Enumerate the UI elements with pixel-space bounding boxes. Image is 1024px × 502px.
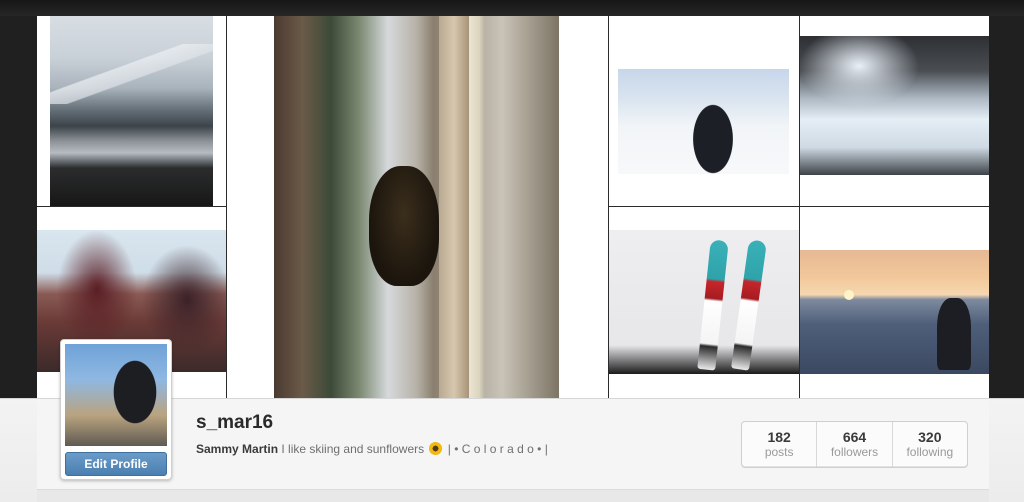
photo-porcupine-tree [274, 16, 559, 398]
left-gutter [0, 16, 37, 398]
profile-bio-text: I like skiing and sunflowers [281, 442, 425, 456]
stat-following[interactable]: 320 following [891, 422, 967, 467]
sunflower-icon [429, 442, 443, 455]
stat-following-count: 320 [918, 429, 942, 445]
grid-divider [608, 16, 609, 398]
stat-followers-count: 664 [842, 429, 867, 445]
photo-skis [608, 230, 799, 374]
right-gutter [989, 16, 1024, 398]
edit-profile-button[interactable]: Edit Profile [65, 452, 167, 476]
ski-right [731, 239, 767, 371]
photo-tile-skis[interactable] [608, 206, 799, 398]
grid-divider [608, 206, 989, 207]
photo-mountain-road [50, 16, 213, 206]
stat-posts[interactable]: 182 posts [742, 422, 816, 467]
photo-tile-mountain-road[interactable] [37, 16, 226, 206]
photo-snow-girl [618, 69, 789, 174]
stat-followers-label: followers [830, 445, 879, 459]
ski-left [697, 239, 729, 371]
stat-followers[interactable]: 664 followers [816, 422, 891, 467]
avatar[interactable] [65, 344, 167, 446]
stat-posts-label: posts [764, 445, 794, 459]
photo-sunset-lake [799, 250, 989, 374]
profile-full-name: Sammy Martin [196, 442, 279, 456]
photo-tile-snow-girl[interactable] [608, 16, 799, 206]
profile-stats: 182 posts 664 followers 320 following [741, 421, 968, 468]
top-bar [0, 0, 1024, 16]
profile-username: s_mar16 [196, 412, 274, 433]
profile-bio: Sammy Martin I like skiing and sunflower… [196, 442, 548, 456]
profile-bottom-strip [37, 489, 989, 502]
photo-mosaic [37, 16, 989, 398]
grid-divider [226, 16, 227, 398]
grid-divider [37, 206, 226, 207]
stat-following-label: following [906, 445, 954, 459]
avatar-card: Edit Profile [60, 339, 172, 480]
photo-tile-sunset[interactable] [799, 206, 989, 398]
profile-bio-location: | • C o l o r a d o • | [447, 442, 548, 456]
photo-tile-porcupine[interactable] [226, 16, 608, 398]
photo-tile-ice[interactable] [799, 16, 989, 206]
stat-posts-count: 182 [767, 429, 791, 445]
photo-ice-river [799, 36, 989, 175]
grid-divider [799, 16, 800, 398]
